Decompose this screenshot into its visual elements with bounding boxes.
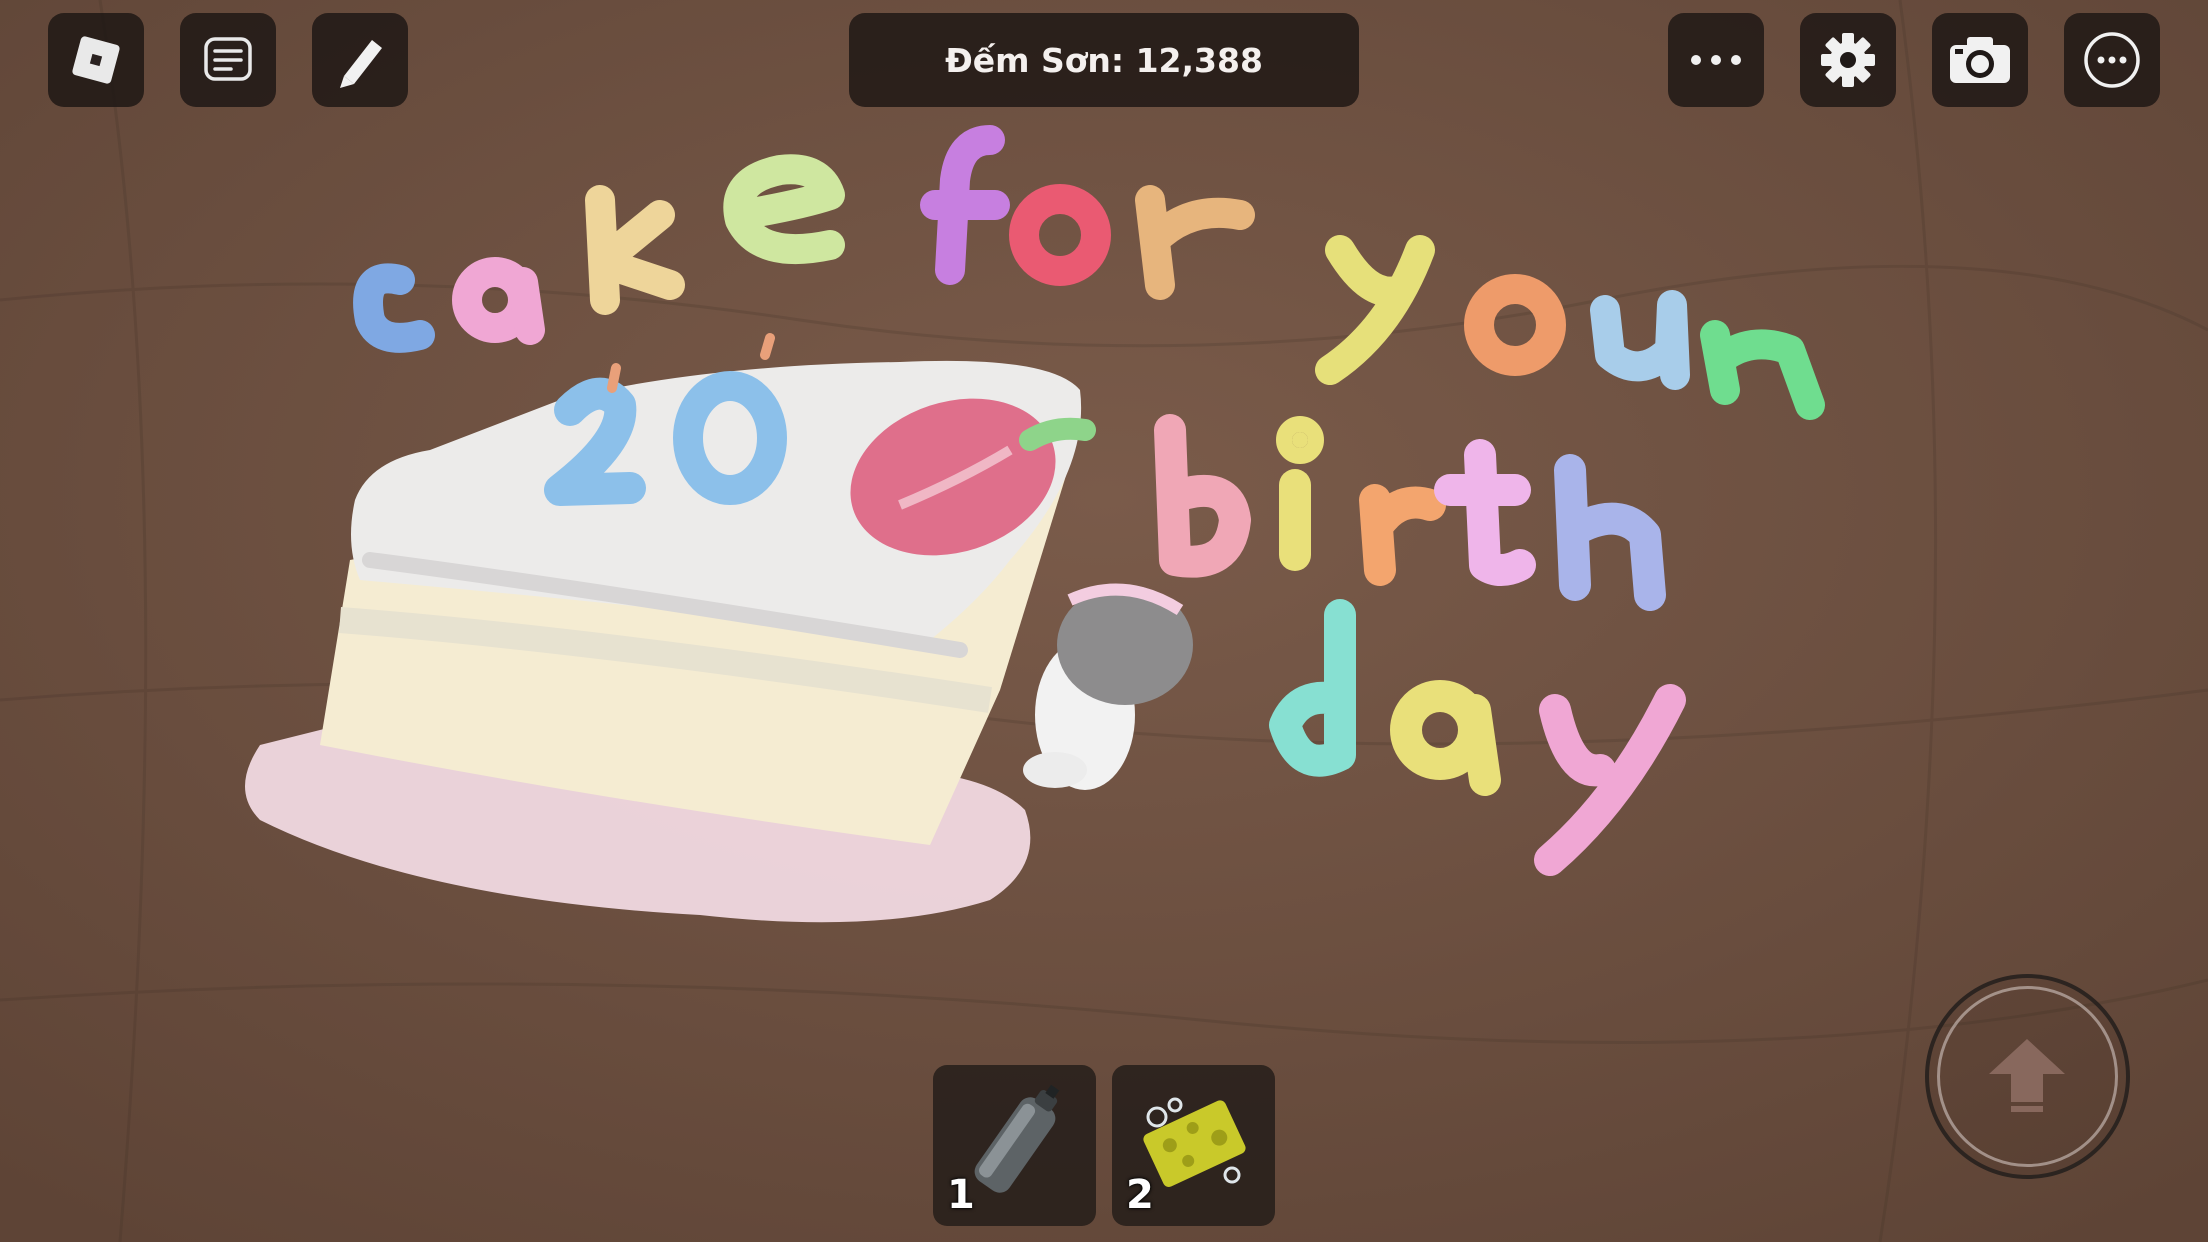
pencil-icon <box>340 40 382 88</box>
more-menu-button[interactable] <box>2064 13 2160 107</box>
hotbar-slot-1[interactable]: 1 <box>933 1065 1096 1226</box>
paint-counter-text: Đếm Sơn: 12,388 <box>945 40 1263 80</box>
painted-ground-scene <box>0 0 2208 1242</box>
roblox-menu-icon <box>72 36 120 84</box>
paint-button[interactable] <box>312 13 408 107</box>
up-arrow-icon <box>1989 1039 2065 1112</box>
hotbar-slot-number: 2 <box>1126 1172 1154 1218</box>
more-dots-icon <box>1691 55 1741 65</box>
camera-icon <box>1950 37 2010 83</box>
settings-button[interactable] <box>1800 13 1896 107</box>
gear-icon <box>1821 33 1875 87</box>
chat-icon <box>204 37 252 81</box>
jump-button[interactable] <box>1925 974 2130 1179</box>
chat-button[interactable] <box>180 13 276 107</box>
screenshot-button[interactable] <box>1932 13 2028 107</box>
hotbar-slot-2[interactable]: 2 <box>1112 1065 1275 1226</box>
more-circle-icon <box>2084 32 2140 88</box>
more-options-button[interactable] <box>1668 13 1764 107</box>
roblox-menu-button[interactable] <box>48 13 144 107</box>
hotbar-slot-number: 1 <box>947 1172 975 1218</box>
paint-counter: Đếm Sơn: 12,388 <box>849 13 1359 107</box>
